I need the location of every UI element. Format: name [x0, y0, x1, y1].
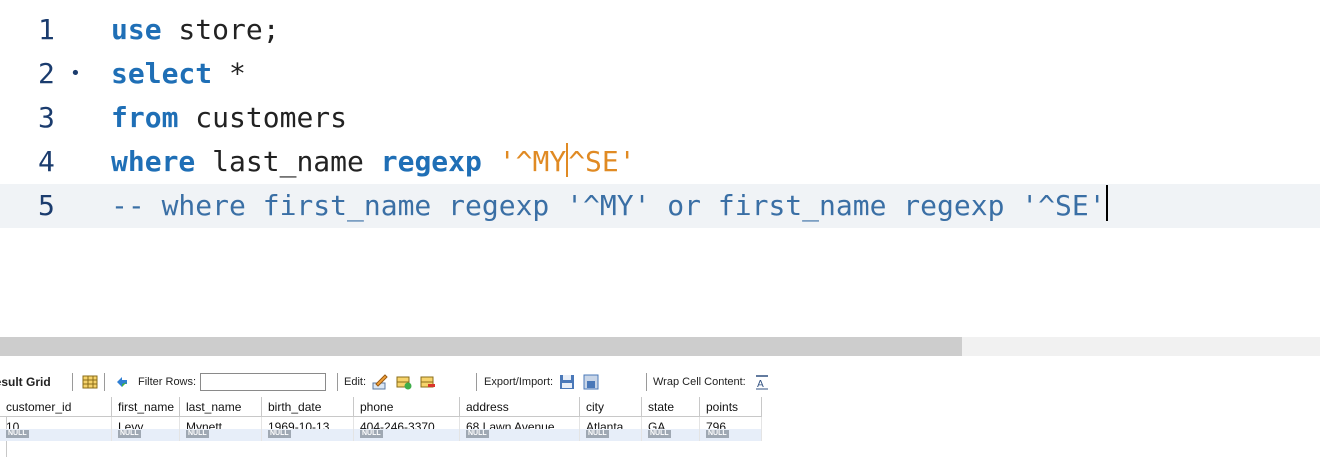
- null-badge: NULL: [6, 430, 29, 438]
- filter-rows-input[interactable]: [200, 373, 327, 391]
- column-header-first-name[interactable]: first_name: [112, 397, 180, 417]
- export-icon[interactable]: [559, 374, 575, 390]
- code-text: -- where first_name regexp '^MY' or firs…: [111, 184, 1108, 228]
- editor-line-2[interactable]: 2 • select *: [0, 52, 1320, 96]
- export-import-label: Export/Import:: [484, 376, 554, 388]
- editor-line-5[interactable]: 5 -- where first_name regexp '^MY' or fir…: [0, 184, 1320, 228]
- column-header-state[interactable]: state: [642, 397, 700, 417]
- null-cell-phone[interactable]: NULL: [354, 429, 460, 441]
- null-badge: NULL: [648, 430, 671, 438]
- toolbar-separator: [646, 373, 647, 391]
- edit-group: Edit:: [344, 370, 436, 394]
- wrap-text-icon[interactable]: A: [754, 374, 770, 390]
- column-header-birth-date[interactable]: birth_date: [262, 397, 354, 417]
- sql-text: *: [212, 57, 246, 90]
- column-header-city[interactable]: city: [580, 397, 642, 417]
- null-cell-points[interactable]: NULL: [700, 429, 762, 441]
- import-icon[interactable]: [583, 374, 599, 390]
- null-badge: NULL: [186, 430, 209, 438]
- text-caret: [1105, 185, 1108, 221]
- null-cell-city[interactable]: NULL: [580, 429, 642, 441]
- sql-editor[interactable]: 1 use store; 2 • select * 3 from customers 4 whe…: [0, 0, 1320, 250]
- code-text: select *: [111, 52, 246, 96]
- add-row-icon[interactable]: [396, 374, 412, 390]
- toolbar-separator: [72, 373, 73, 391]
- svg-text:A: A: [757, 379, 764, 390]
- sql-string: '^MY: [498, 145, 567, 178]
- column-header-phone[interactable]: phone: [354, 397, 460, 417]
- null-badge: NULL: [466, 430, 489, 438]
- new-row-placeholder[interactable]: NULL NULL NULL NULL NULL NULL NULL NULL NULL: [0, 429, 762, 441]
- line-number: 3: [38, 101, 55, 134]
- null-cell-first-name[interactable]: NULL: [112, 429, 180, 441]
- result-grid-tab[interactable]: Result Grid: [0, 375, 51, 389]
- toolbar-separator: [104, 373, 105, 391]
- grid-view-button[interactable]: [82, 370, 98, 394]
- grid-header-row[interactable]: customer_id first_name last_name birth_date…: [0, 397, 762, 417]
- null-cell-address[interactable]: NULL: [460, 429, 580, 441]
- line-number: 5: [38, 189, 55, 222]
- sql-keyword: regexp: [380, 145, 482, 178]
- result-toolbar: Result Grid Filter Rows: Edit:: [0, 370, 1320, 394]
- column-header-last-name[interactable]: last_name: [180, 397, 262, 417]
- line-number: 4: [38, 145, 55, 178]
- column-header-customer-id[interactable]: customer_id: [0, 397, 112, 417]
- sql-keyword: select: [111, 57, 213, 90]
- edit-label: Edit:: [344, 376, 367, 388]
- sql-keyword: from: [111, 101, 179, 134]
- sql-keyword: where: [111, 145, 196, 178]
- refresh-button[interactable]: [114, 370, 130, 394]
- code-text: from customers: [111, 96, 347, 140]
- null-badge: NULL: [706, 430, 729, 438]
- sql-text: customers: [178, 101, 348, 134]
- null-badge: NULL: [586, 430, 609, 438]
- null-cell-birth-date[interactable]: NULL: [262, 429, 354, 441]
- filter-rows-label: Filter Rows:: [138, 376, 197, 388]
- sql-text: store;: [161, 13, 280, 46]
- null-badge: NULL: [268, 430, 291, 438]
- export-import-group: Export/Import:: [484, 370, 599, 394]
- editor-line-1[interactable]: 1 use store;: [0, 8, 1320, 52]
- refresh-icon: [117, 377, 127, 387]
- toolbar-separator: [337, 373, 338, 391]
- filter-rows: Filter Rows:: [138, 370, 327, 394]
- edit-cell-icon[interactable]: [372, 374, 388, 390]
- null-cell-state[interactable]: NULL: [642, 429, 700, 441]
- toolbar-separator: [476, 373, 477, 391]
- statement-marker-icon: •: [70, 63, 81, 84]
- horizontal-scrollbar[interactable]: [0, 337, 1320, 356]
- column-header-points[interactable]: points: [700, 397, 762, 417]
- sql-comment: -- where first_name regexp '^MY' or firs…: [111, 189, 1106, 222]
- code-text: use store;: [111, 8, 280, 52]
- line-number: 2: [38, 57, 55, 90]
- sql-string: ^SE': [568, 145, 636, 178]
- line-number: 1: [38, 13, 55, 46]
- column-header-address[interactable]: address: [460, 397, 580, 417]
- delete-row-icon[interactable]: [420, 374, 436, 390]
- scrollbar-thumb[interactable]: [0, 337, 962, 356]
- null-cell-customer-id[interactable]: NULL: [0, 429, 112, 441]
- null-badge: NULL: [118, 430, 141, 438]
- code-text: where last_name regexp '^MY^SE': [111, 140, 636, 184]
- grid-view-icon: [82, 375, 98, 389]
- editor-line-3[interactable]: 3 from customers: [0, 96, 1320, 140]
- wrap-cell-label: Wrap Cell Content:: [653, 376, 746, 388]
- null-badge: NULL: [360, 430, 383, 438]
- sql-text: last_name: [195, 145, 381, 178]
- null-cell-last-name[interactable]: NULL: [180, 429, 262, 441]
- wrap-cell-group: Wrap Cell Content: A: [653, 370, 770, 394]
- editor-line-4[interactable]: 4 where last_name regexp '^MY^SE': [0, 140, 1320, 184]
- sql-keyword: use: [111, 13, 162, 46]
